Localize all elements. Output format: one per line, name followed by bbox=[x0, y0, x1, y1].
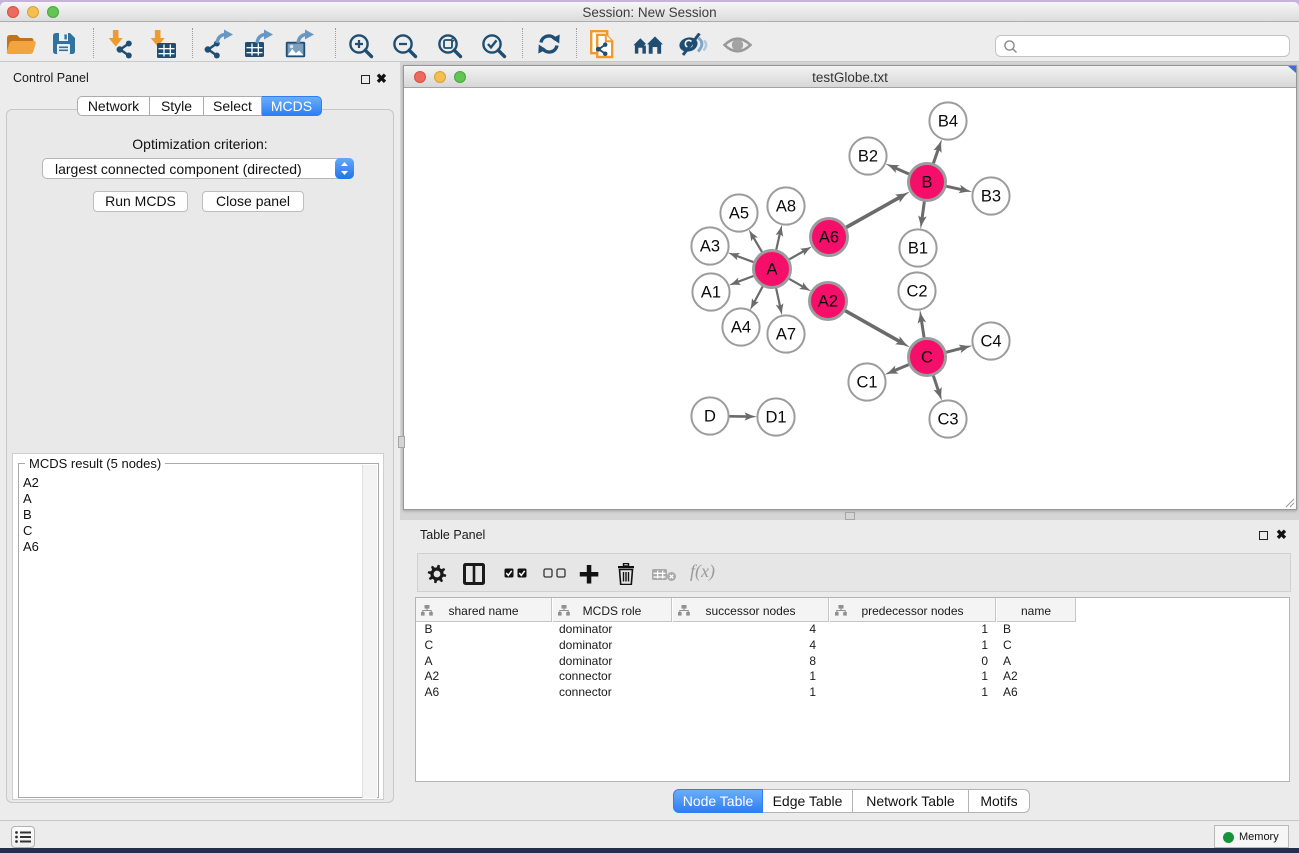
svg-text:C4: C4 bbox=[980, 333, 1001, 351]
svg-text:A2: A2 bbox=[818, 293, 838, 311]
svg-text:A6: A6 bbox=[819, 229, 839, 247]
svg-text:B2: B2 bbox=[858, 148, 878, 166]
svg-text:A4: A4 bbox=[731, 319, 751, 337]
svg-text:C3: C3 bbox=[937, 411, 958, 429]
svg-text:B: B bbox=[921, 174, 932, 192]
svg-text:A3: A3 bbox=[700, 238, 720, 256]
svg-text:B1: B1 bbox=[908, 240, 928, 258]
svg-text:D: D bbox=[704, 408, 716, 426]
svg-text:C: C bbox=[921, 349, 933, 367]
svg-text:C1: C1 bbox=[856, 374, 877, 392]
svg-text:A: A bbox=[766, 261, 777, 279]
svg-text:A7: A7 bbox=[776, 326, 796, 344]
svg-text:A5: A5 bbox=[729, 205, 749, 223]
svg-text:B4: B4 bbox=[938, 113, 958, 131]
svg-text:B3: B3 bbox=[981, 188, 1001, 206]
svg-text:D1: D1 bbox=[765, 409, 786, 427]
svg-text:C2: C2 bbox=[906, 283, 927, 301]
svg-text:A1: A1 bbox=[701, 284, 721, 302]
svg-text:A8: A8 bbox=[776, 198, 796, 216]
